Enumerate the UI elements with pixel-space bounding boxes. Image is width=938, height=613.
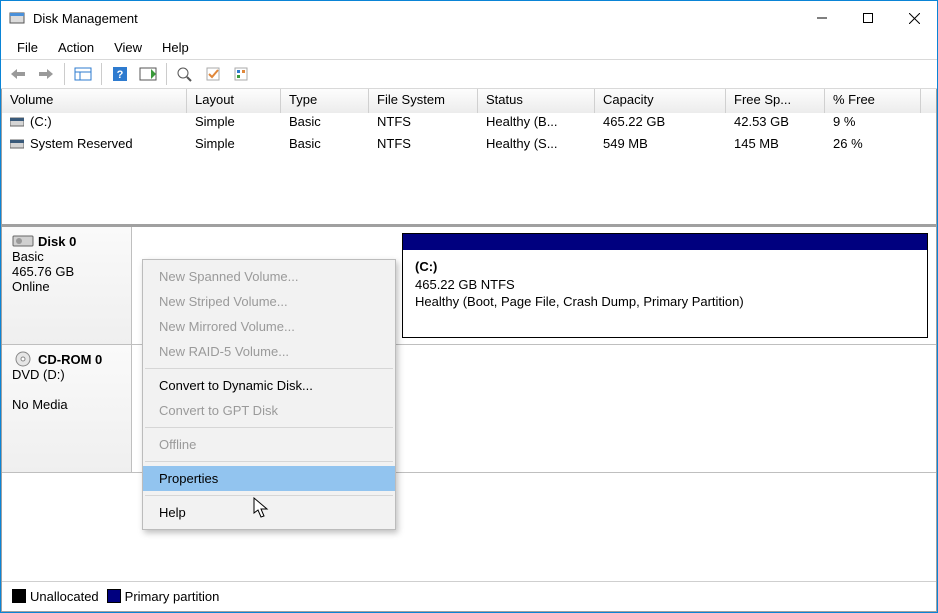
ctx-new-spanned: New Spanned Volume... <box>143 264 395 289</box>
help-button[interactable]: ? <box>107 62 133 86</box>
partition-stripe <box>403 234 927 250</box>
cell-status: Healthy (B... <box>478 113 595 135</box>
back-button[interactable] <box>5 62 31 86</box>
menu-help[interactable]: Help <box>154 38 197 57</box>
rescan-button[interactable] <box>172 62 198 86</box>
ctx-separator <box>145 427 393 428</box>
disk-status: Online <box>12 279 50 294</box>
cell-type: Basic <box>281 135 369 157</box>
ctx-separator <box>145 461 393 462</box>
cell-fs: NTFS <box>369 135 478 157</box>
volume-list[interactable]: Volume Layout Type File System Status Ca… <box>1 89 937 225</box>
legend-unallocated: Unallocated <box>30 589 99 604</box>
disk-type: Basic <box>12 249 44 264</box>
partition-body: (C:) 465.22 GB NTFS Healthy (Boot, Page … <box>403 250 927 319</box>
col-type[interactable]: Type <box>281 89 369 113</box>
cell-fs: NTFS <box>369 113 478 135</box>
volume-icon <box>10 116 24 128</box>
col-freespace[interactable]: Free Sp... <box>726 89 825 113</box>
ctx-offline: Offline <box>143 432 395 457</box>
volume-row[interactable]: System Reserved Simple Basic NTFS Health… <box>2 135 936 157</box>
col-layout[interactable]: Layout <box>187 89 281 113</box>
ctx-convert-dynamic[interactable]: Convert to Dynamic Disk... <box>143 373 395 398</box>
disk-name: CD-ROM 0 <box>38 352 102 367</box>
settings-top-button[interactable] <box>200 62 226 86</box>
partition-size: 465.22 GB NTFS <box>415 277 515 292</box>
cell-name: System Reserved <box>30 136 133 151</box>
window-title: Disk Management <box>33 11 138 26</box>
ctx-new-raid5: New RAID-5 Volume... <box>143 339 395 364</box>
window: Disk Management File Action View Help ? … <box>0 0 938 613</box>
col-status[interactable]: Status <box>478 89 595 113</box>
menu-bar: File Action View Help <box>1 35 937 59</box>
cell-free: 145 MB <box>726 135 825 157</box>
cell-name: (C:) <box>30 114 52 129</box>
ctx-new-mirrored: New Mirrored Volume... <box>143 314 395 339</box>
cell-type: Basic <box>281 113 369 135</box>
hard-disk-icon <box>12 233 34 249</box>
cell-free: 42.53 GB <box>726 113 825 135</box>
swatch-primary <box>107 589 121 603</box>
cell-cap: 549 MB <box>595 135 726 157</box>
disk-name: Disk 0 <box>38 234 76 249</box>
col-percentfree[interactable]: % Free <box>825 89 921 113</box>
col-capacity[interactable]: Capacity <box>595 89 726 113</box>
forward-button[interactable] <box>33 62 59 86</box>
menu-file[interactable]: File <box>9 38 46 57</box>
swatch-unallocated <box>12 589 26 603</box>
disk-status: No Media <box>12 397 68 412</box>
settings-bottom-button[interactable] <box>228 62 254 86</box>
minimize-button[interactable] <box>799 3 845 33</box>
disk-type: DVD (D:) <box>12 367 65 382</box>
show-hide-tree-button[interactable] <box>70 62 96 86</box>
partition-name: (C:) <box>415 259 437 274</box>
refresh-button[interactable] <box>135 62 161 86</box>
disk-label[interactable]: CD-ROM 0 DVD (D:) No Media <box>2 345 132 472</box>
ctx-new-striped: New Striped Volume... <box>143 289 395 314</box>
menu-action[interactable]: Action <box>50 38 102 57</box>
cell-cap: 465.22 GB <box>595 113 726 135</box>
ctx-properties[interactable]: Properties <box>143 466 395 491</box>
maximize-button[interactable] <box>845 3 891 33</box>
context-menu: New Spanned Volume... New Striped Volume… <box>142 259 396 530</box>
disk-size: 465.76 GB <box>12 264 74 279</box>
volume-list-header: Volume Layout Type File System Status Ca… <box>2 89 936 113</box>
ctx-separator <box>145 368 393 369</box>
ctx-help[interactable]: Help <box>143 500 395 525</box>
legend: Unallocated Primary partition <box>2 581 936 611</box>
col-volume[interactable]: Volume <box>2 89 187 113</box>
cell-layout: Simple <box>187 113 281 135</box>
cell-pct: 26 % <box>825 135 921 157</box>
close-button[interactable] <box>891 3 937 33</box>
cell-pct: 9 % <box>825 113 921 135</box>
volume-icon <box>10 138 24 150</box>
menu-view[interactable]: View <box>106 38 150 57</box>
optical-disk-icon <box>12 351 34 367</box>
col-filesystem[interactable]: File System <box>369 89 478 113</box>
app-icon <box>9 10 25 26</box>
ctx-separator <box>145 495 393 496</box>
partition-status: Healthy (Boot, Page File, Crash Dump, Pr… <box>415 294 744 309</box>
cell-status: Healthy (S... <box>478 135 595 157</box>
volume-row[interactable]: (C:) Simple Basic NTFS Healthy (B... 465… <box>2 113 936 135</box>
disk-label[interactable]: Disk 0 Basic 465.76 GB Online <box>2 227 132 344</box>
titlebar: Disk Management <box>1 1 937 35</box>
legend-primary: Primary partition <box>125 589 220 604</box>
ctx-convert-gpt: Convert to GPT Disk <box>143 398 395 423</box>
partition[interactable]: (C:) 465.22 GB NTFS Healthy (Boot, Page … <box>402 233 928 338</box>
svg-text:?: ? <box>117 69 124 81</box>
toolbar: ? <box>1 59 937 89</box>
cell-layout: Simple <box>187 135 281 157</box>
